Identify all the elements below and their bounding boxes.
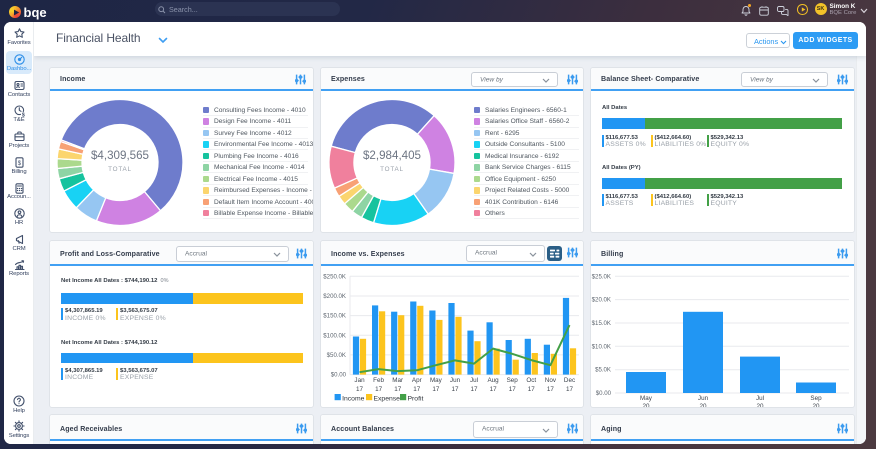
svg-text:20: 20 xyxy=(756,403,764,407)
svg-text:Dec: Dec xyxy=(564,377,575,384)
svg-text:Mar: Mar xyxy=(392,377,403,384)
svg-text:20: 20 xyxy=(642,403,650,407)
svg-text:Apr: Apr xyxy=(412,377,422,384)
svg-text:17: 17 xyxy=(394,386,402,393)
svg-text:$10.0K: $10.0K xyxy=(592,343,611,350)
svg-text:$50.0K: $50.0K xyxy=(327,352,346,359)
svg-text:$15.0K: $15.0K xyxy=(592,320,611,327)
svg-text:17: 17 xyxy=(490,386,498,393)
svg-text:$0.00: $0.00 xyxy=(596,390,612,397)
svg-text:Aug: Aug xyxy=(487,377,499,384)
svg-text:$20.0K: $20.0K xyxy=(592,297,611,304)
svg-text:Sep: Sep xyxy=(507,377,519,384)
svg-text:$5.0K: $5.0K xyxy=(595,367,611,374)
svg-text:17: 17 xyxy=(432,386,440,393)
svg-text:Jan: Jan xyxy=(354,377,365,384)
svg-text:$: $ xyxy=(21,112,24,117)
svg-text:May: May xyxy=(640,395,653,402)
svg-text:Income: Income xyxy=(342,395,365,402)
svg-text:20: 20 xyxy=(812,403,820,407)
svg-text:17: 17 xyxy=(566,386,574,393)
svg-text:17: 17 xyxy=(547,386,555,393)
svg-text:Jun: Jun xyxy=(450,377,461,384)
svg-text:Sep: Sep xyxy=(810,395,822,402)
svg-text:17: 17 xyxy=(509,386,517,393)
svg-text:Profit: Profit xyxy=(408,395,424,402)
svg-text:Jul: Jul xyxy=(756,395,764,402)
svg-text:$: $ xyxy=(17,161,21,167)
svg-text:Oct: Oct xyxy=(526,377,536,384)
svg-text:20: 20 xyxy=(699,403,707,407)
svg-text:$250.0K: $250.0K xyxy=(323,273,346,280)
svg-text:$0.00: $0.00 xyxy=(331,372,347,379)
svg-text:$25.0K: $25.0K xyxy=(592,273,611,280)
svg-text:17: 17 xyxy=(528,386,536,393)
svg-text:17: 17 xyxy=(451,386,459,393)
svg-text:17: 17 xyxy=(413,386,421,393)
svg-text:Expense: Expense xyxy=(374,395,401,402)
svg-text:Nov: Nov xyxy=(545,377,557,384)
svg-text:17: 17 xyxy=(375,386,383,393)
svg-text:17: 17 xyxy=(470,386,478,393)
svg-text:$100.0K: $100.0K xyxy=(323,332,346,339)
svg-text:Jun: Jun xyxy=(698,395,709,402)
svg-text:Feb: Feb xyxy=(373,377,384,384)
svg-text:$150.0K: $150.0K xyxy=(323,313,346,320)
svg-text:Jul: Jul xyxy=(470,377,478,384)
svg-text:17: 17 xyxy=(356,386,364,393)
svg-text:May: May xyxy=(430,377,443,384)
svg-text:$200.0K: $200.0K xyxy=(323,293,346,300)
